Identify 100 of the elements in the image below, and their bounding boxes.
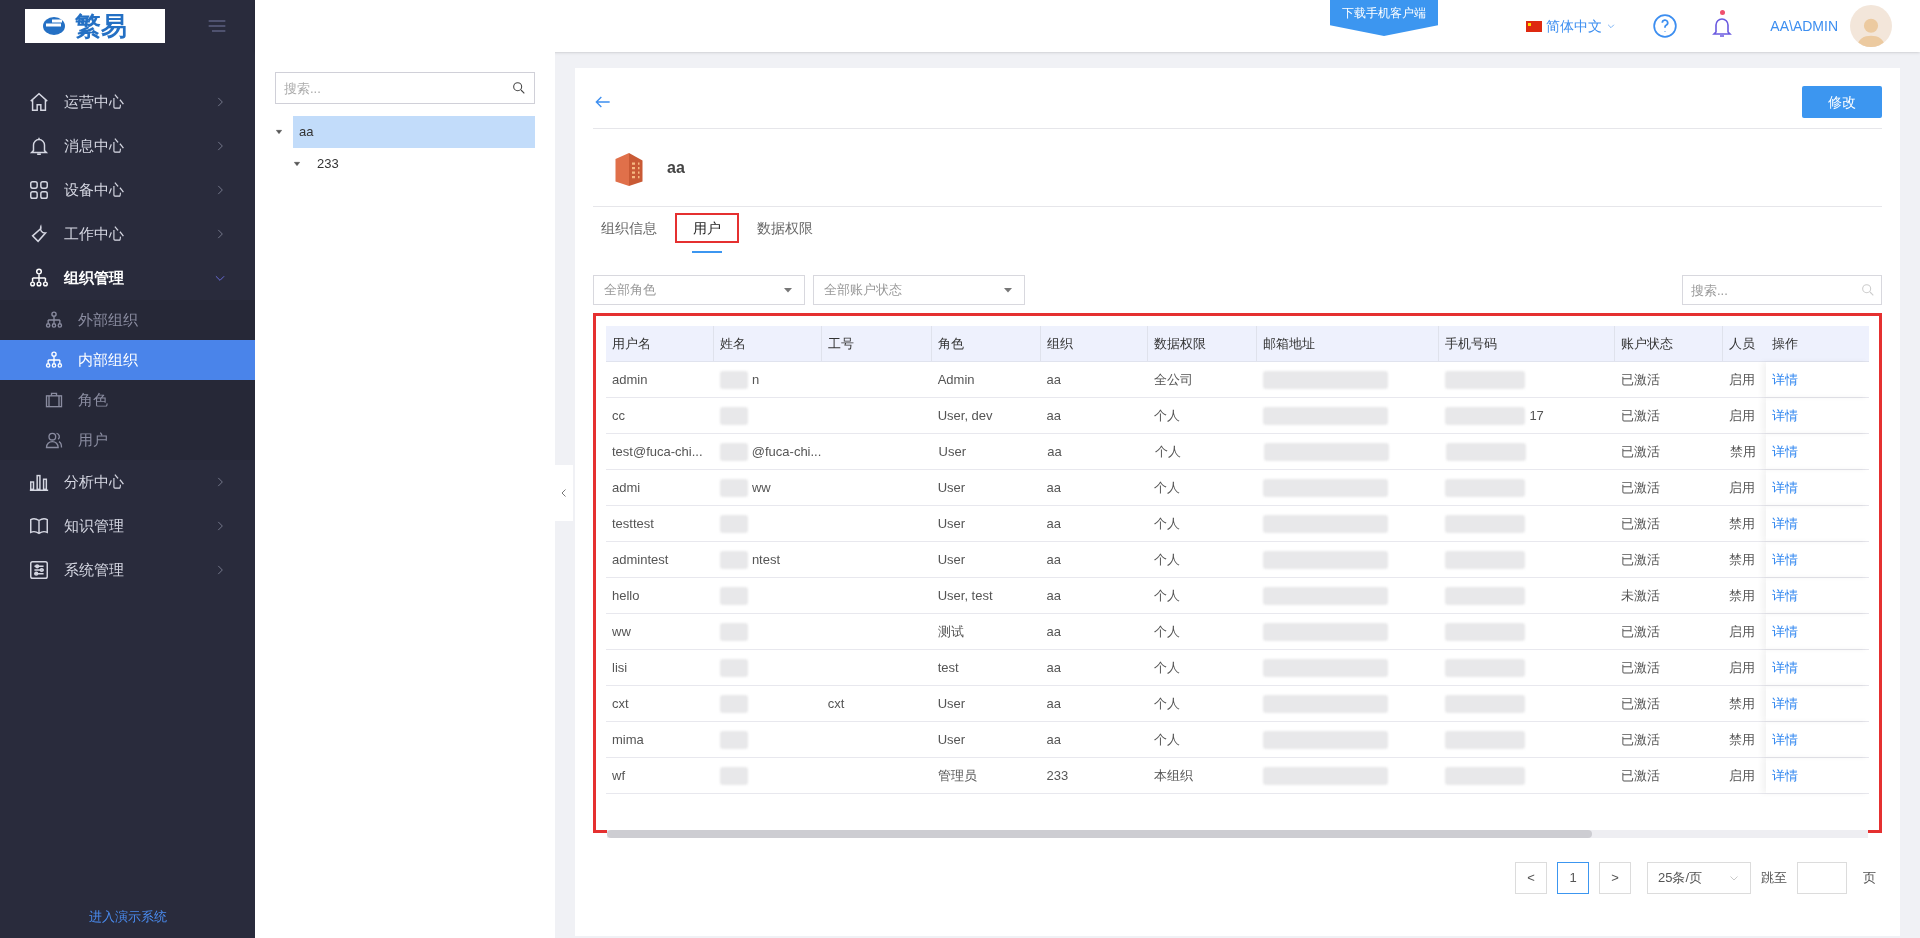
search-icon [511, 80, 527, 96]
table-cell-text: lisi [612, 658, 628, 677]
sidebar-subitem[interactable]: 外部组织 [0, 300, 255, 340]
table-cell-text: 17 [1529, 406, 1544, 425]
table-cell-text: Admin [937, 370, 975, 389]
grid-icon [28, 179, 50, 201]
dropdown[interactable]: 全部角色 [593, 275, 805, 305]
table-cell-text: 已激活 [1620, 658, 1660, 677]
table-cell-text: 个人 [1154, 478, 1181, 497]
home-icon [28, 91, 50, 113]
table-cell-text: User, test [937, 586, 993, 605]
table-cell-text: 个人 [1154, 550, 1181, 569]
avatar[interactable] [1850, 5, 1892, 47]
tab[interactable]: 组织信息 [593, 213, 665, 243]
tree-node[interactable]: 233 [311, 148, 535, 180]
sidebar-subitem[interactable]: 角色 [0, 380, 255, 420]
chevron-down-icon [1606, 21, 1617, 31]
table-cell-text: 已激活 [1620, 550, 1660, 569]
details-link[interactable]: 详情 [1772, 729, 1799, 750]
details-link[interactable]: 详情 [1772, 405, 1799, 426]
table-cell-text: admintest [612, 550, 669, 569]
table-cell-text: User [937, 730, 966, 749]
details-link[interactable]: 详情 [1772, 369, 1799, 390]
notification-button[interactable] [1710, 13, 1735, 39]
sidebar-item[interactable]: 运营中心 [0, 80, 255, 124]
table-cell-text: 启用 [1729, 658, 1756, 677]
details-link[interactable]: 详情 [1772, 585, 1799, 606]
sidebar-subitem[interactable]: 内部组织 [0, 340, 255, 380]
details-link[interactable]: 详情 [1772, 765, 1799, 786]
table-cell-text: 已激活 [1620, 370, 1660, 389]
table-cell-text: 启用 [1729, 370, 1756, 389]
table-cell-text: 测试 [937, 622, 964, 641]
page-button[interactable]: 1 [1557, 862, 1589, 894]
language-selector[interactable]: 简体中文 [1526, 15, 1617, 37]
sidebar-item[interactable]: 分析中心 [0, 460, 255, 504]
scrollbar-thumb[interactable] [607, 830, 1592, 838]
table-cell-text: User [937, 514, 966, 533]
details-link[interactable]: 详情 [1772, 621, 1799, 642]
sidebar-item[interactable]: 组织管理 [0, 256, 255, 300]
table-cell-text: aa [1046, 586, 1061, 605]
table-cell-text: n [751, 370, 760, 389]
table-cell-text: wf [612, 766, 625, 785]
table-cell-text: 已激活 [1620, 442, 1660, 461]
tree-node[interactable]: aa [293, 116, 535, 148]
table-cell-text: 禁用 [1729, 550, 1756, 569]
table-cell-text: User [937, 478, 966, 497]
sidebar-item[interactable]: 知识管理 [0, 504, 255, 548]
table-cell-text: 233 [1046, 766, 1069, 785]
org-chart-icon [44, 350, 64, 370]
table-cell-text: test@fuca-chi... [612, 442, 703, 461]
table-cell-text: aa [1046, 622, 1061, 641]
demo-link[interactable]: 进入演示系统 [88, 906, 167, 926]
page-label: 页 [1863, 869, 1876, 888]
table-cell-text: 个人 [1154, 406, 1181, 425]
table-cell-text: aa [1046, 514, 1061, 533]
table-cell-text: 已激活 [1620, 478, 1660, 497]
table-cell-text: 个人 [1154, 514, 1181, 533]
page-input[interactable] [1797, 862, 1847, 894]
sidebar-item[interactable]: 工作中心 [0, 212, 255, 256]
table-cell-text: aa [1046, 550, 1061, 569]
table-cell-text: 启用 [1729, 622, 1756, 641]
column-header: 工号 [821, 326, 932, 361]
search-field[interactable]: 搜索... [275, 72, 535, 104]
details-link[interactable]: 详情 [1772, 657, 1799, 678]
details-link[interactable]: 详情 [1772, 549, 1799, 570]
table-cell-text: 全公司 [1154, 370, 1194, 389]
download-ribbon[interactable]: 下载手机客户端 [1330, 0, 1438, 36]
user-name[interactable]: AA\ADMIN [1770, 15, 1838, 37]
table-cell-text: 个人 [1154, 622, 1181, 641]
details-link[interactable]: 详情 [1772, 477, 1799, 498]
table-cell-text: ntest [751, 550, 781, 569]
search-field[interactable]: 搜索... [1682, 275, 1882, 305]
sidebar-item[interactable]: 设备中心 [0, 168, 255, 212]
table-cell-text: 个人 [1155, 442, 1182, 461]
edit-button[interactable]: 修改 [1802, 86, 1882, 118]
sidebar-subitem[interactable]: 用户 [0, 420, 255, 460]
table-cell-text: mima [612, 730, 644, 749]
details-link[interactable]: 详情 [1772, 513, 1799, 534]
details-link[interactable]: 详情 [1772, 693, 1799, 714]
jump-label: 跳至 [1761, 869, 1787, 888]
previous-page-button[interactable]: < [1515, 862, 1547, 894]
help-button[interactable] [1652, 13, 1679, 39]
dropdown[interactable]: 全部账户状态 [813, 275, 1025, 305]
next-page-button[interactable]: > [1599, 862, 1631, 894]
table-cell-text: 启用 [1729, 406, 1756, 425]
collapse-handle[interactable] [555, 465, 573, 521]
sidebar-item[interactable]: 系统管理 [0, 548, 255, 592]
tab[interactable]: 数据权限 [749, 213, 821, 243]
table-cell-text: User [938, 442, 966, 461]
book-icon [28, 515, 50, 537]
table-cell-text: 禁用 [1729, 694, 1756, 713]
tab[interactable]: 用户 [675, 213, 739, 243]
table-cell-text: cxt [612, 694, 629, 713]
table-cell-text: 禁用 [1729, 730, 1756, 749]
column-header: 组织 [1040, 326, 1149, 361]
org-name: aa [667, 157, 685, 178]
sidebar-item[interactable]: 消息中心 [0, 124, 255, 168]
table-cell-text: hello [612, 586, 640, 605]
details-link[interactable]: 详情 [1772, 441, 1799, 462]
page-size-dropdown[interactable]: 25条/页 [1647, 862, 1751, 894]
